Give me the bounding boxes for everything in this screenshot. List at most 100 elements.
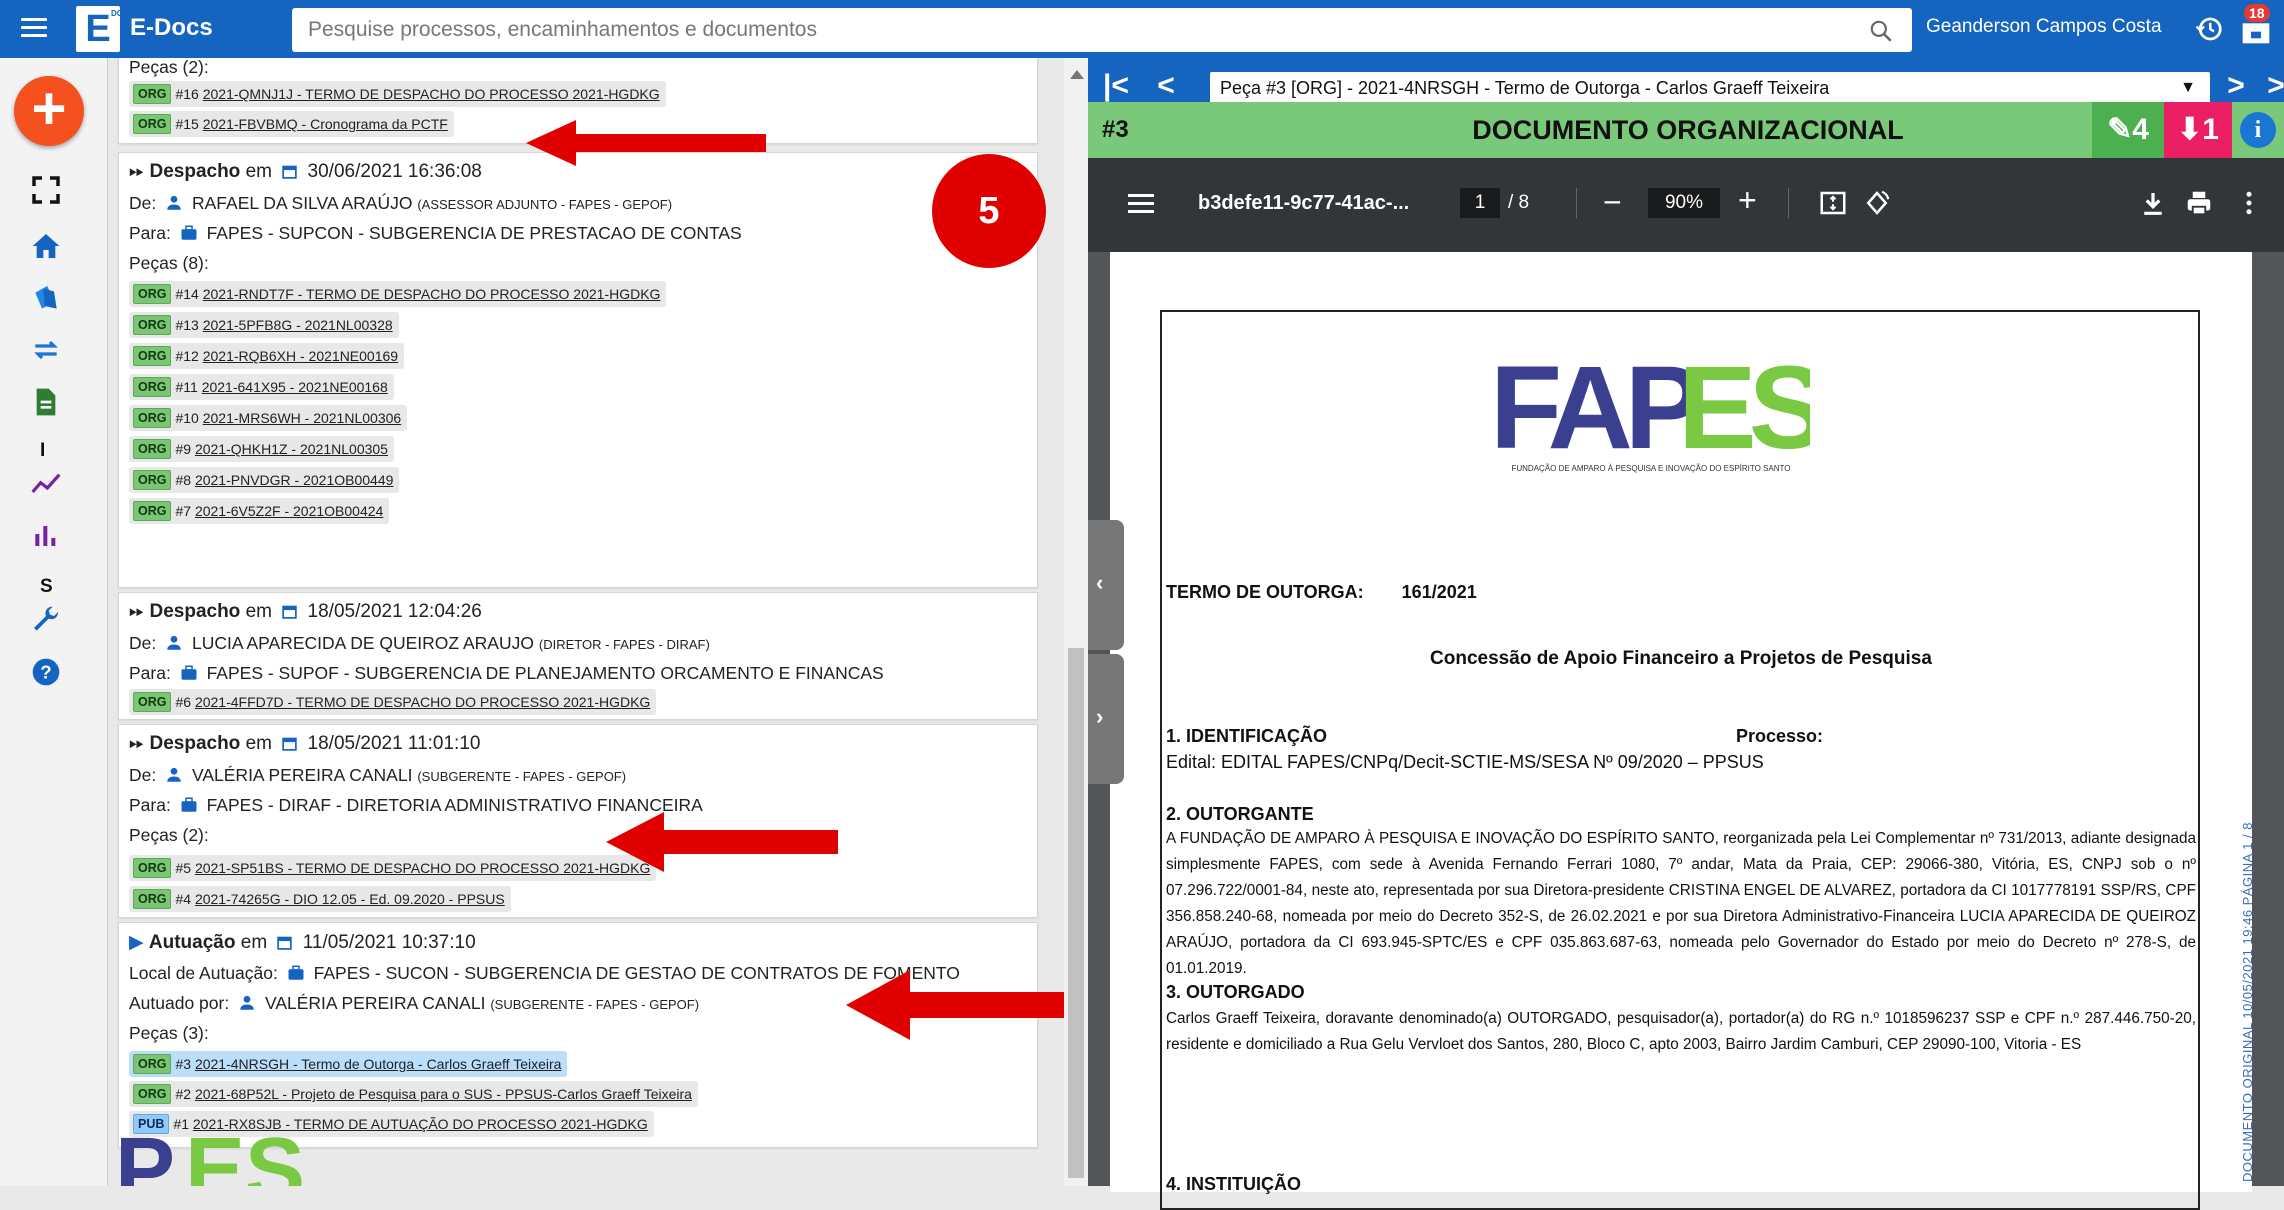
attachments-button[interactable]: ⬇1 xyxy=(2164,102,2232,158)
event-to: Para: FAPES - SUPOF - SUBGERENCIA DE PLA… xyxy=(129,663,884,683)
piece-chip[interactable]: ORG #12 2021-RQB6XH - 2021NE00169 xyxy=(129,343,405,369)
collapse-left-tab[interactable]: ‹ xyxy=(1088,520,1124,650)
scroll-thumb[interactable] xyxy=(1068,648,1084,1178)
piece-link[interactable]: 2021-QHKH1Z - 2021NL00305 xyxy=(195,441,388,457)
transfer-icon[interactable] xyxy=(30,334,62,366)
person-icon xyxy=(167,195,181,210)
red-arrow-annotation xyxy=(606,812,838,872)
piece-tag: ORG xyxy=(133,346,172,366)
help-icon[interactable]: ? xyxy=(30,656,62,688)
user-name[interactable]: Geanderson Campos Costa xyxy=(1926,16,2162,38)
pdf-zoom-input[interactable]: 90% xyxy=(1648,188,1720,218)
event-date: 18/05/2021 11:01:10 xyxy=(307,733,481,754)
piece-link[interactable]: 2021-RNDT7F - TERMO DE DESPACHO DO PROCE… xyxy=(203,286,661,302)
piece-chip[interactable]: ORG #14 2021-RNDT7F - TERMO DE DESPACHO D… xyxy=(129,281,667,307)
pieces-label: Peças (3): xyxy=(129,1023,209,1043)
section-title: 4. INSTITUIÇÃO xyxy=(1166,1174,1302,1194)
app-logo[interactable]: E DOCS xyxy=(76,6,135,52)
document-select[interactable]: Peça #3 [ORG] - 2021-4NRSGH - Termo de O… xyxy=(1210,72,2210,104)
expand-right-tab[interactable]: › xyxy=(1088,654,1124,784)
piece-tag: ORG xyxy=(133,315,172,335)
piece-link[interactable]: 2021-6V5Z2F - 2021OB00424 xyxy=(195,503,383,519)
piece-chip[interactable]: ORG #15 2021-FBVBMQ - Cronograma da PCTF xyxy=(129,111,454,137)
section-letter-i: I xyxy=(40,440,46,461)
piece-chip[interactable]: ORG #13 2021-5PFB8G - 2021NL00328 xyxy=(129,312,399,338)
section-title: 1. IDENTIFICAÇÃO xyxy=(1166,726,1328,746)
piece-link[interactable]: 2021-RQB6XH - 2021NE00169 xyxy=(203,348,398,364)
timeline-scrollbar[interactable] xyxy=(1064,58,1088,1186)
search-input[interactable] xyxy=(308,8,1848,52)
home-icon[interactable] xyxy=(30,230,62,262)
app-name[interactable]: E-Docs xyxy=(130,14,213,42)
timeline-card-despacho: ⏩︎ Despacho em 18/05/2021 11:01:10 De: V… xyxy=(118,724,1038,918)
piece-chip[interactable]: ORG #11 2021-641X95 - 2021NE00168 xyxy=(129,374,394,400)
wrench-icon[interactable] xyxy=(30,604,62,636)
piece-chip[interactable]: ORG #6 2021-4FFD7D - TERMO DE DESPACHO DO… xyxy=(129,689,657,715)
piece-link[interactable]: 2021-5PFB8G - 2021NL00328 xyxy=(203,317,393,333)
piece-chip[interactable]: ORG #5 2021-SP51BS - TERMO DE DESPACHO DO… xyxy=(129,855,657,881)
search-icon[interactable] xyxy=(1868,18,1894,44)
event-date: 30/06/2021 16:36:08 xyxy=(307,161,482,182)
more-vert-icon[interactable] xyxy=(2234,188,2264,218)
fit-page-icon[interactable] xyxy=(1818,188,1848,218)
zoom-out-icon[interactable]: − xyxy=(1603,184,1622,221)
piece-link[interactable]: 2021-68P52L - Projeto de Pesquisa para o… xyxy=(195,1086,692,1102)
first-doc-icon[interactable]: |< xyxy=(1100,70,1132,102)
download-icon[interactable] xyxy=(2138,188,2168,218)
calendar-icon xyxy=(277,936,293,950)
piece-link[interactable]: 2021-74265G - DIO 12.05 - Ed. 09.2020 - … xyxy=(195,891,505,907)
scroll-up-icon[interactable] xyxy=(1070,70,1084,79)
info-icon[interactable]: i xyxy=(2240,112,2276,148)
piece-link[interactable]: 2021-PNVDGR - 2021OB00449 xyxy=(195,472,393,488)
edit-button[interactable]: ✎4 xyxy=(2092,102,2164,158)
svg-text:FAP: FAP xyxy=(108,1130,175,1186)
pdf-toolbar: b3defe11-9c77-41ac-... 1 / 8 − 90% + xyxy=(1088,158,2284,252)
last-doc-icon[interactable]: > xyxy=(2260,70,2284,102)
fullscreen-icon[interactable] xyxy=(30,174,62,206)
rotate-icon[interactable] xyxy=(1862,188,1892,218)
history-icon[interactable] xyxy=(2194,14,2224,44)
piece-link[interactable]: 2021-SP51BS - TERMO DE DESPACHO DO PROCE… xyxy=(195,860,650,876)
red-arrow-annotation xyxy=(526,120,766,166)
next-doc-icon[interactable]: > xyxy=(2220,70,2252,102)
svg-text:ES: ES xyxy=(185,1130,305,1186)
piece-chip-selected[interactable]: ORG #3 2021-4NRSGH - Termo de Outorga - C… xyxy=(129,1051,568,1077)
zoom-in-icon[interactable]: + xyxy=(1738,182,1757,219)
bar-chart-icon[interactable] xyxy=(30,518,62,550)
piece-link[interactable]: 2021-QMNJ1J - TERMO DE DESPACHO DO PROCE… xyxy=(203,86,660,102)
piece-chip[interactable]: ORG #9 2021-QHKH1Z - 2021NL00305 xyxy=(129,436,394,462)
print-icon[interactable] xyxy=(2184,188,2214,218)
logo-small: DOCS xyxy=(111,9,135,18)
trend-icon[interactable] xyxy=(30,468,62,500)
piece-chip[interactable]: ORG #4 2021-74265G - DIO 12.05 - Ed. 09.2… xyxy=(129,886,511,912)
piece-link[interactable]: 2021-641X95 - 2021NE00168 xyxy=(202,379,388,395)
briefcase-icon xyxy=(288,965,304,980)
piece-link[interactable]: 2021-4NRSGH - Termo de Outorga - Carlos … xyxy=(195,1056,562,1072)
pdf-page-input[interactable]: 1 xyxy=(1460,188,1500,218)
svg-text:FAP: FAP xyxy=(1490,348,1700,458)
briefcase-icon xyxy=(181,225,197,240)
piece-chip[interactable]: ORG #10 2021-MRS6WH - 2021NL00306 xyxy=(129,405,408,431)
chevron-down-icon: ▼ xyxy=(2180,79,2196,96)
piece-link[interactable]: 2021-MRS6WH - 2021NL00306 xyxy=(203,410,401,426)
menu-icon[interactable] xyxy=(14,8,54,48)
piece-chip[interactable]: ORG #2 2021-68P52L - Projeto de Pesquisa … xyxy=(129,1081,698,1107)
pieces-label: Peças (8): xyxy=(129,253,209,273)
forward-icon: ⏩︎ xyxy=(129,161,145,182)
piece-tag: ORG xyxy=(133,84,172,104)
piece-chip[interactable]: ORG #16 2021-QMNJ1J - TERMO DE DESPACHO D… xyxy=(129,81,666,107)
pdf-page-total: / 8 xyxy=(1508,192,1530,213)
side-stamp: DOCUMENTO ORIGINAL 10/05/2021 19:46 PÁGI… xyxy=(2240,822,2255,1182)
piece-chip[interactable]: ORG #8 2021-PNVDGR - 2021OB00449 xyxy=(129,467,400,493)
documents-icon[interactable] xyxy=(30,282,62,314)
piece-tag: ORG xyxy=(133,692,172,712)
event-header: ⏩︎ Despacho em 18/05/2021 11:01:10 xyxy=(129,733,481,754)
pdf-menu-icon[interactable] xyxy=(1128,192,1154,214)
piece-tag: ORG xyxy=(133,114,172,134)
add-button[interactable]: + xyxy=(14,76,84,146)
piece-link[interactable]: 2021-FBVBMQ - Cronograma da PCTF xyxy=(203,116,448,132)
prev-doc-icon[interactable]: < xyxy=(1150,70,1182,102)
file-icon[interactable] xyxy=(30,386,62,418)
piece-link[interactable]: 2021-4FFD7D - TERMO DE DESPACHO DO PROCE… xyxy=(195,694,650,710)
piece-chip[interactable]: ORG #7 2021-6V5Z2F - 2021OB00424 xyxy=(129,498,390,524)
